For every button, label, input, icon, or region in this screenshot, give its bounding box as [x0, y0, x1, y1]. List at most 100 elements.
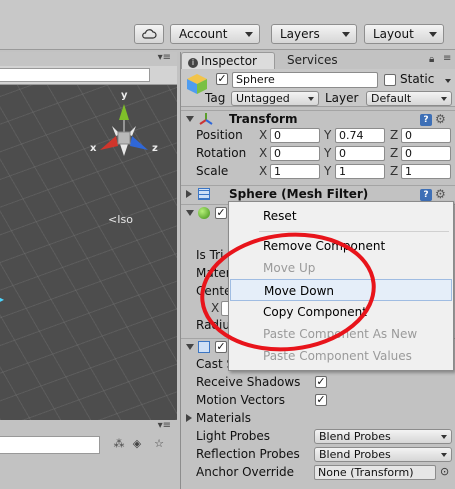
mesh-grid-icon	[198, 188, 210, 200]
light-ray-icon: ▸	[0, 295, 5, 304]
reflection-probes-label: Reflection Probes	[196, 447, 300, 461]
fold-open-icon[interactable]	[186, 344, 194, 350]
component-context-menu: Reset Remove Component Move Up Move Down…	[228, 201, 454, 371]
projection-label[interactable]: <Iso	[108, 213, 133, 226]
y-axis-cone	[119, 104, 129, 120]
rotation-y-label: Y	[324, 146, 332, 160]
sphere-collider-icon	[198, 207, 210, 219]
z-axis-cone	[130, 136, 148, 150]
motion-vectors-checkbox[interactable]: ✓	[315, 394, 327, 406]
scale-y-field[interactable]: 1	[335, 164, 385, 179]
fold-open-icon[interactable]	[186, 210, 194, 216]
gizmo-label-x: x	[90, 143, 97, 154]
rotation-y-field[interactable]: 0	[335, 146, 385, 161]
layer-value: Default	[371, 92, 412, 105]
scale-x-field[interactable]: 1	[270, 164, 320, 179]
material-label: Mater	[196, 266, 231, 280]
materials-label[interactable]: Materials	[196, 411, 251, 425]
reflection-probes-dropdown[interactable]: Blend Probes	[314, 447, 452, 462]
materials-fold-icon[interactable]	[186, 414, 192, 422]
motion-vectors-label: Motion Vectors	[196, 393, 285, 407]
scale-x-label: X	[259, 164, 268, 178]
layout-label: Layout	[373, 27, 414, 41]
tag-label: Tag	[205, 91, 226, 105]
renderer-enabled-checkbox[interactable]: ✓	[215, 341, 227, 353]
mesh-renderer-icon	[198, 341, 210, 353]
transform-header[interactable]: Transform ? ⚙	[181, 110, 455, 127]
object-picker-icon[interactable]: ⊙	[440, 465, 449, 478]
scene-toolbar	[0, 66, 177, 85]
position-z-field[interactable]: 0	[401, 128, 451, 143]
position-x-field[interactable]: 0	[270, 128, 320, 143]
panel-menu-icon[interactable]: ▾≡	[158, 420, 171, 431]
scene-view[interactable]: ▾≡ y x z <Iso ▸ ▾≡ ⁂ ◈ ☆	[0, 52, 177, 489]
mesh-filter-header[interactable]: Sphere (Mesh Filter) ? ⚙	[181, 185, 455, 202]
info-icon: i	[188, 58, 198, 68]
rotation-z-field[interactable]: 0	[401, 146, 451, 161]
receive-shadows-checkbox[interactable]: ✓	[315, 376, 327, 388]
active-checkbox[interactable]: ✓	[216, 73, 228, 85]
gizmo-label-y: y	[121, 90, 128, 101]
position-z-label: Z	[390, 128, 399, 142]
chevron-down-icon	[441, 435, 447, 439]
orientation-gizmo[interactable]	[0, 85, 177, 215]
scene-search-field[interactable]	[0, 68, 150, 82]
account-dropdown[interactable]: Account	[170, 24, 260, 44]
tab-services[interactable]: Services	[281, 52, 344, 69]
project-panel-bar: ▾≡ ⁂ ◈ ☆	[0, 420, 177, 489]
object-name-field[interactable]: Sphere	[232, 72, 378, 88]
favorites-star-icon[interactable]: ☆	[152, 437, 166, 451]
radius-label: Radiu	[196, 318, 230, 332]
cloud-button[interactable]	[134, 24, 164, 44]
rotation-x-field[interactable]: 0	[270, 146, 320, 161]
menu-item-paste-component-values: Paste Component Values	[263, 349, 412, 363]
anchor-override-label: Anchor Override	[196, 465, 295, 479]
layers-dropdown[interactable]: Layers	[271, 24, 357, 44]
tab-services-label: Services	[287, 53, 338, 67]
position-y-label: Y	[324, 128, 332, 142]
tag-dropdown[interactable]: Untagged	[231, 91, 319, 106]
rotation-x-label: X	[259, 146, 268, 160]
menu-item-move-up: Move Up	[263, 261, 316, 275]
help-icon[interactable]: ?	[420, 189, 432, 201]
help-icon[interactable]: ?	[420, 114, 432, 126]
filter-by-type-icon[interactable]: ⁂	[112, 437, 126, 451]
light-probes-value: Blend Probes	[319, 430, 391, 443]
transform-axes-icon	[199, 113, 213, 125]
project-search-input[interactable]	[0, 436, 100, 454]
collider-enabled-checkbox[interactable]: ✓	[215, 207, 227, 219]
menu-separator	[259, 231, 449, 232]
light-probes-label: Light Probes	[196, 429, 271, 443]
static-dropdown-chevron-icon[interactable]	[445, 79, 451, 83]
scene-viewport[interactable]: y x z <Iso ▸	[0, 85, 177, 420]
center-x-label: X	[211, 301, 220, 315]
position-label: Position	[196, 128, 243, 142]
gear-icon[interactable]: ⚙	[435, 187, 446, 201]
panel-menu-icon[interactable]: ▾≡	[158, 52, 171, 63]
fold-closed-icon[interactable]	[186, 190, 192, 198]
position-y-field[interactable]: 0.74	[335, 128, 385, 143]
menu-item-remove-component[interactable]: Remove Component	[230, 235, 452, 257]
filter-by-label-icon[interactable]: ◈	[130, 437, 144, 451]
anchor-override-field[interactable]: None (Transform)	[314, 465, 436, 480]
tab-inspector[interactable]: i Inspector	[181, 52, 275, 69]
menu-item-move-down[interactable]: Move Down	[230, 279, 452, 301]
panel-menu-icon[interactable]: ≡	[443, 53, 451, 64]
scale-label: Scale	[196, 164, 229, 178]
menu-item-reset[interactable]: Reset	[230, 205, 452, 227]
gizmo-label-z: z	[152, 143, 158, 154]
layer-dropdown[interactable]: Default	[366, 91, 452, 106]
layout-dropdown[interactable]: Layout	[364, 24, 444, 44]
scene-tab-bar: ▾≡	[0, 52, 177, 66]
x-axis-cone	[100, 136, 118, 150]
menu-item-copy-component[interactable]: Copy Component	[230, 301, 452, 323]
scale-z-field[interactable]: 1	[401, 164, 451, 179]
gear-icon[interactable]: ⚙	[435, 112, 446, 126]
lock-icon[interactable]: 🔒︎	[429, 54, 434, 65]
chevron-down-icon	[245, 32, 253, 37]
scale-z-label: Z	[390, 164, 399, 178]
chevron-down-icon	[342, 32, 350, 37]
light-probes-dropdown[interactable]: Blend Probes	[314, 429, 452, 444]
static-checkbox[interactable]	[384, 74, 396, 86]
fold-open-icon[interactable]	[186, 116, 194, 122]
